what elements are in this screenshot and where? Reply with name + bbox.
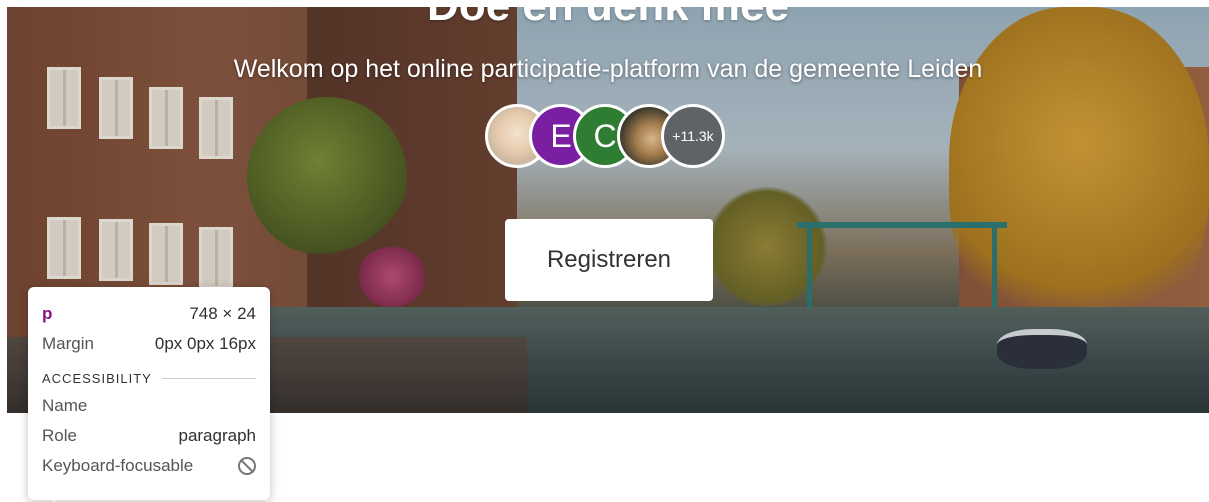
- role-value: paragraph: [178, 426, 256, 445]
- name-label: Name: [42, 396, 88, 415]
- accessibility-section-title: ACCESSIBILITY: [42, 365, 256, 391]
- element-dimensions: 748 × 24: [189, 304, 256, 323]
- devtools-inspect-tooltip: p 748 × 24 Margin 0px 0px 16px ACCESSIBI…: [28, 287, 270, 500]
- element-tag: p: [42, 304, 53, 323]
- register-button[interactable]: Registreren: [505, 219, 713, 301]
- participant-count-badge: +11.3k: [661, 104, 725, 168]
- margin-value: 0px 0px 16px: [154, 334, 256, 353]
- keyboard-focusable-label: Keyboard-focusable: [42, 456, 194, 475]
- role-label: Role: [42, 426, 77, 445]
- hero-subtitle: Welkom op het online participatie-platfo…: [233, 55, 983, 83]
- tooltip-arrow: [46, 493, 62, 502]
- hero-title: Doe en denk mee: [7, 7, 1209, 31]
- not-allowed-icon: [238, 457, 256, 475]
- participant-avatars: E C +11.3k: [485, 104, 725, 172]
- margin-label: Margin: [42, 334, 94, 353]
